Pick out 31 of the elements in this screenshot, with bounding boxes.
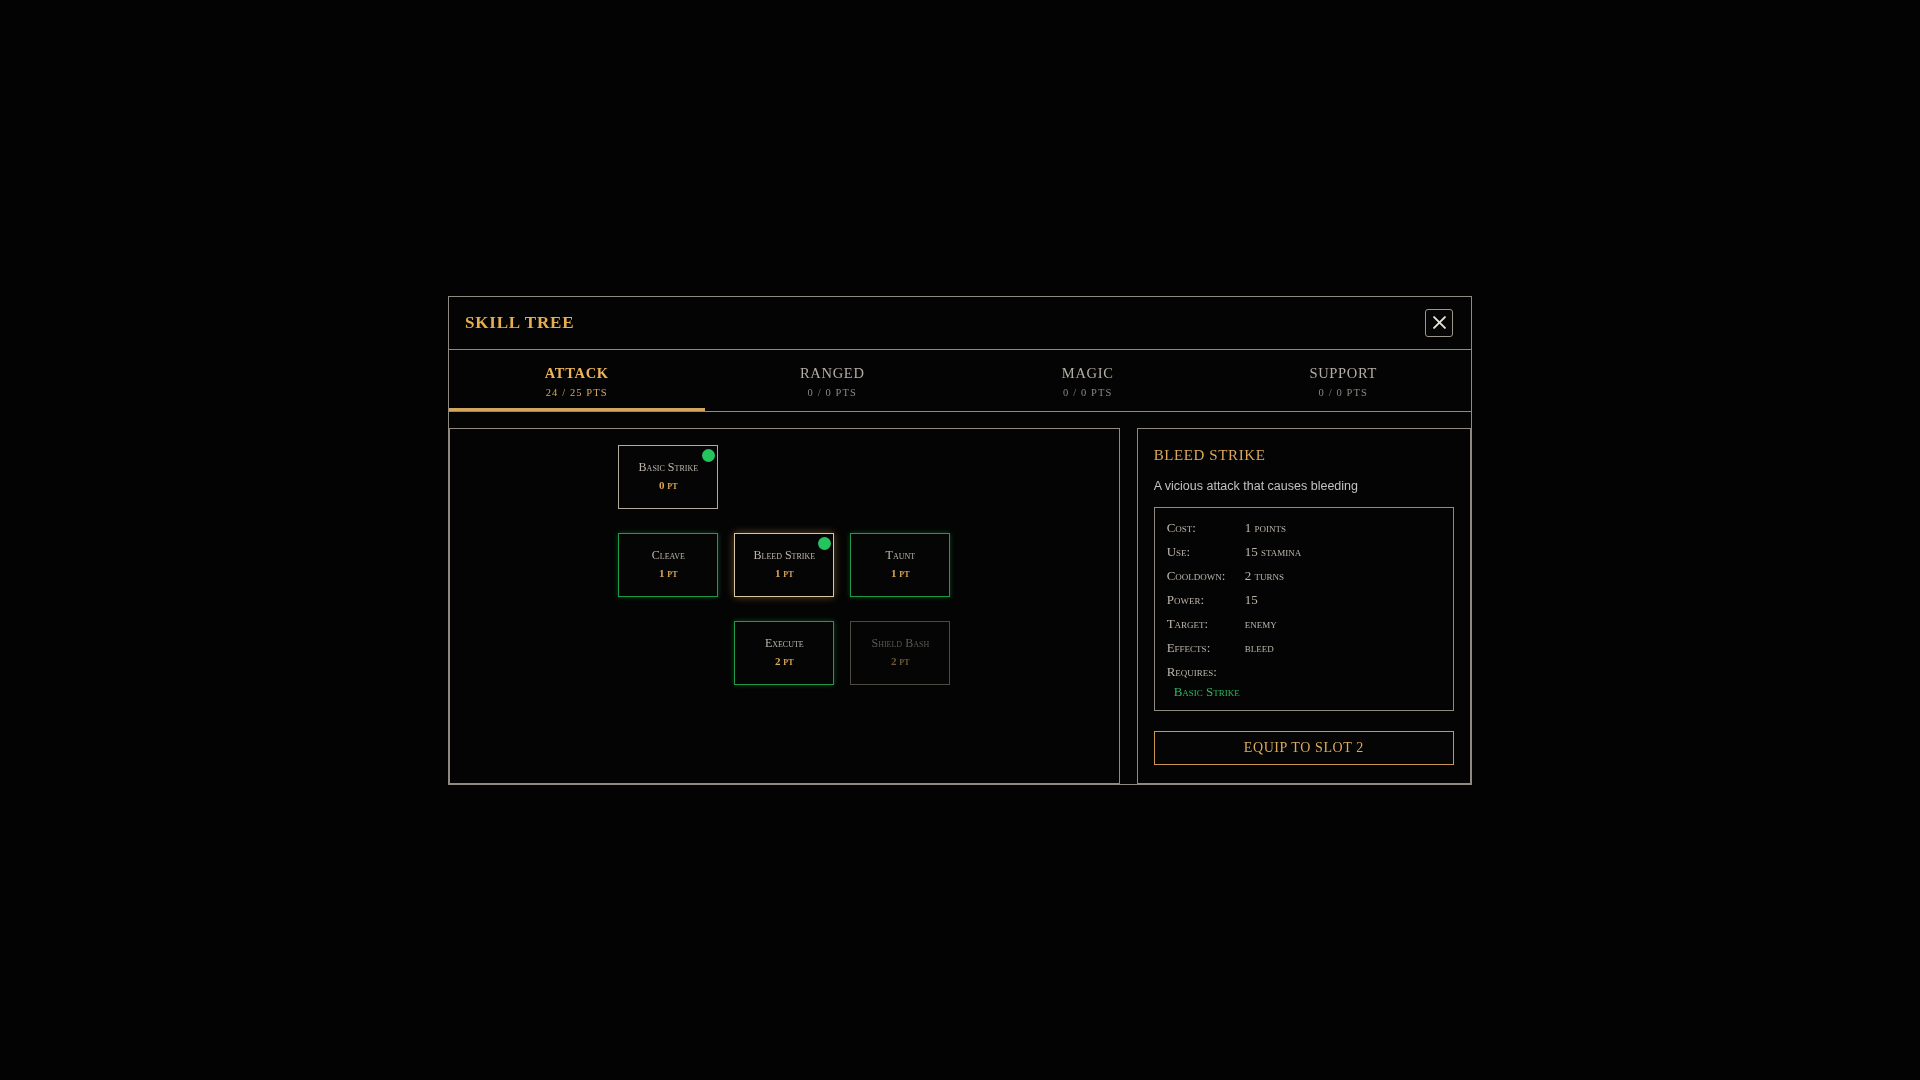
skill-description: A vicious attack that causes bleeding (1153, 477, 1359, 494)
learned-dot-icon (702, 448, 716, 462)
stat-value: 15 (1244, 591, 1258, 608)
skill-node[interactable]: Taunt 1 pt (850, 532, 951, 597)
stat-label: Use: (1166, 543, 1192, 560)
stat-label: Effects: (1166, 639, 1212, 656)
close-icon (1432, 316, 1446, 329)
stat-value: 1 points (1244, 519, 1286, 536)
skill-node[interactable]: Cleave 1 pt (618, 532, 719, 597)
stat-label: Requires: (1166, 663, 1218, 680)
skill-node[interactable]: Execute 2 pt (734, 620, 835, 685)
tab[interactable]: RANGED 0 / 0 PTS (704, 349, 960, 411)
stat-value: 2 turns (1244, 567, 1284, 584)
stat-value: 15 stamina (1244, 543, 1302, 560)
stat-label: Power: (1166, 591, 1205, 608)
requirement-text: Basic Strike (1173, 683, 1241, 700)
tab[interactable]: MAGIC 0 / 0 PTS (960, 349, 1216, 411)
stat-value: enemy (1244, 615, 1277, 632)
equip-button[interactable]: EQUIP TO SLOT 2 (1153, 730, 1454, 765)
stat-label: Target: (1166, 615, 1210, 632)
skill-node[interactable]: Basic Strike 0 pt (618, 444, 719, 509)
skill-node[interactable]: Bleed Strike 1 pt (734, 532, 835, 597)
stat-label: Cost: (1166, 519, 1197, 536)
dialog-title: SKILL TREE (465, 312, 575, 333)
close-button[interactable] (1425, 308, 1453, 337)
tab[interactable]: ATTACK 24 / 25 PTS (449, 349, 705, 411)
learned-dot-icon (818, 536, 832, 550)
skill-title: BLEED STRIKE (1153, 445, 1267, 465)
stat-label: Cooldown: (1166, 567, 1227, 584)
stat-value: bleed (1244, 639, 1274, 656)
tab[interactable]: SUPPORT 0 / 0 PTS (1215, 349, 1471, 411)
